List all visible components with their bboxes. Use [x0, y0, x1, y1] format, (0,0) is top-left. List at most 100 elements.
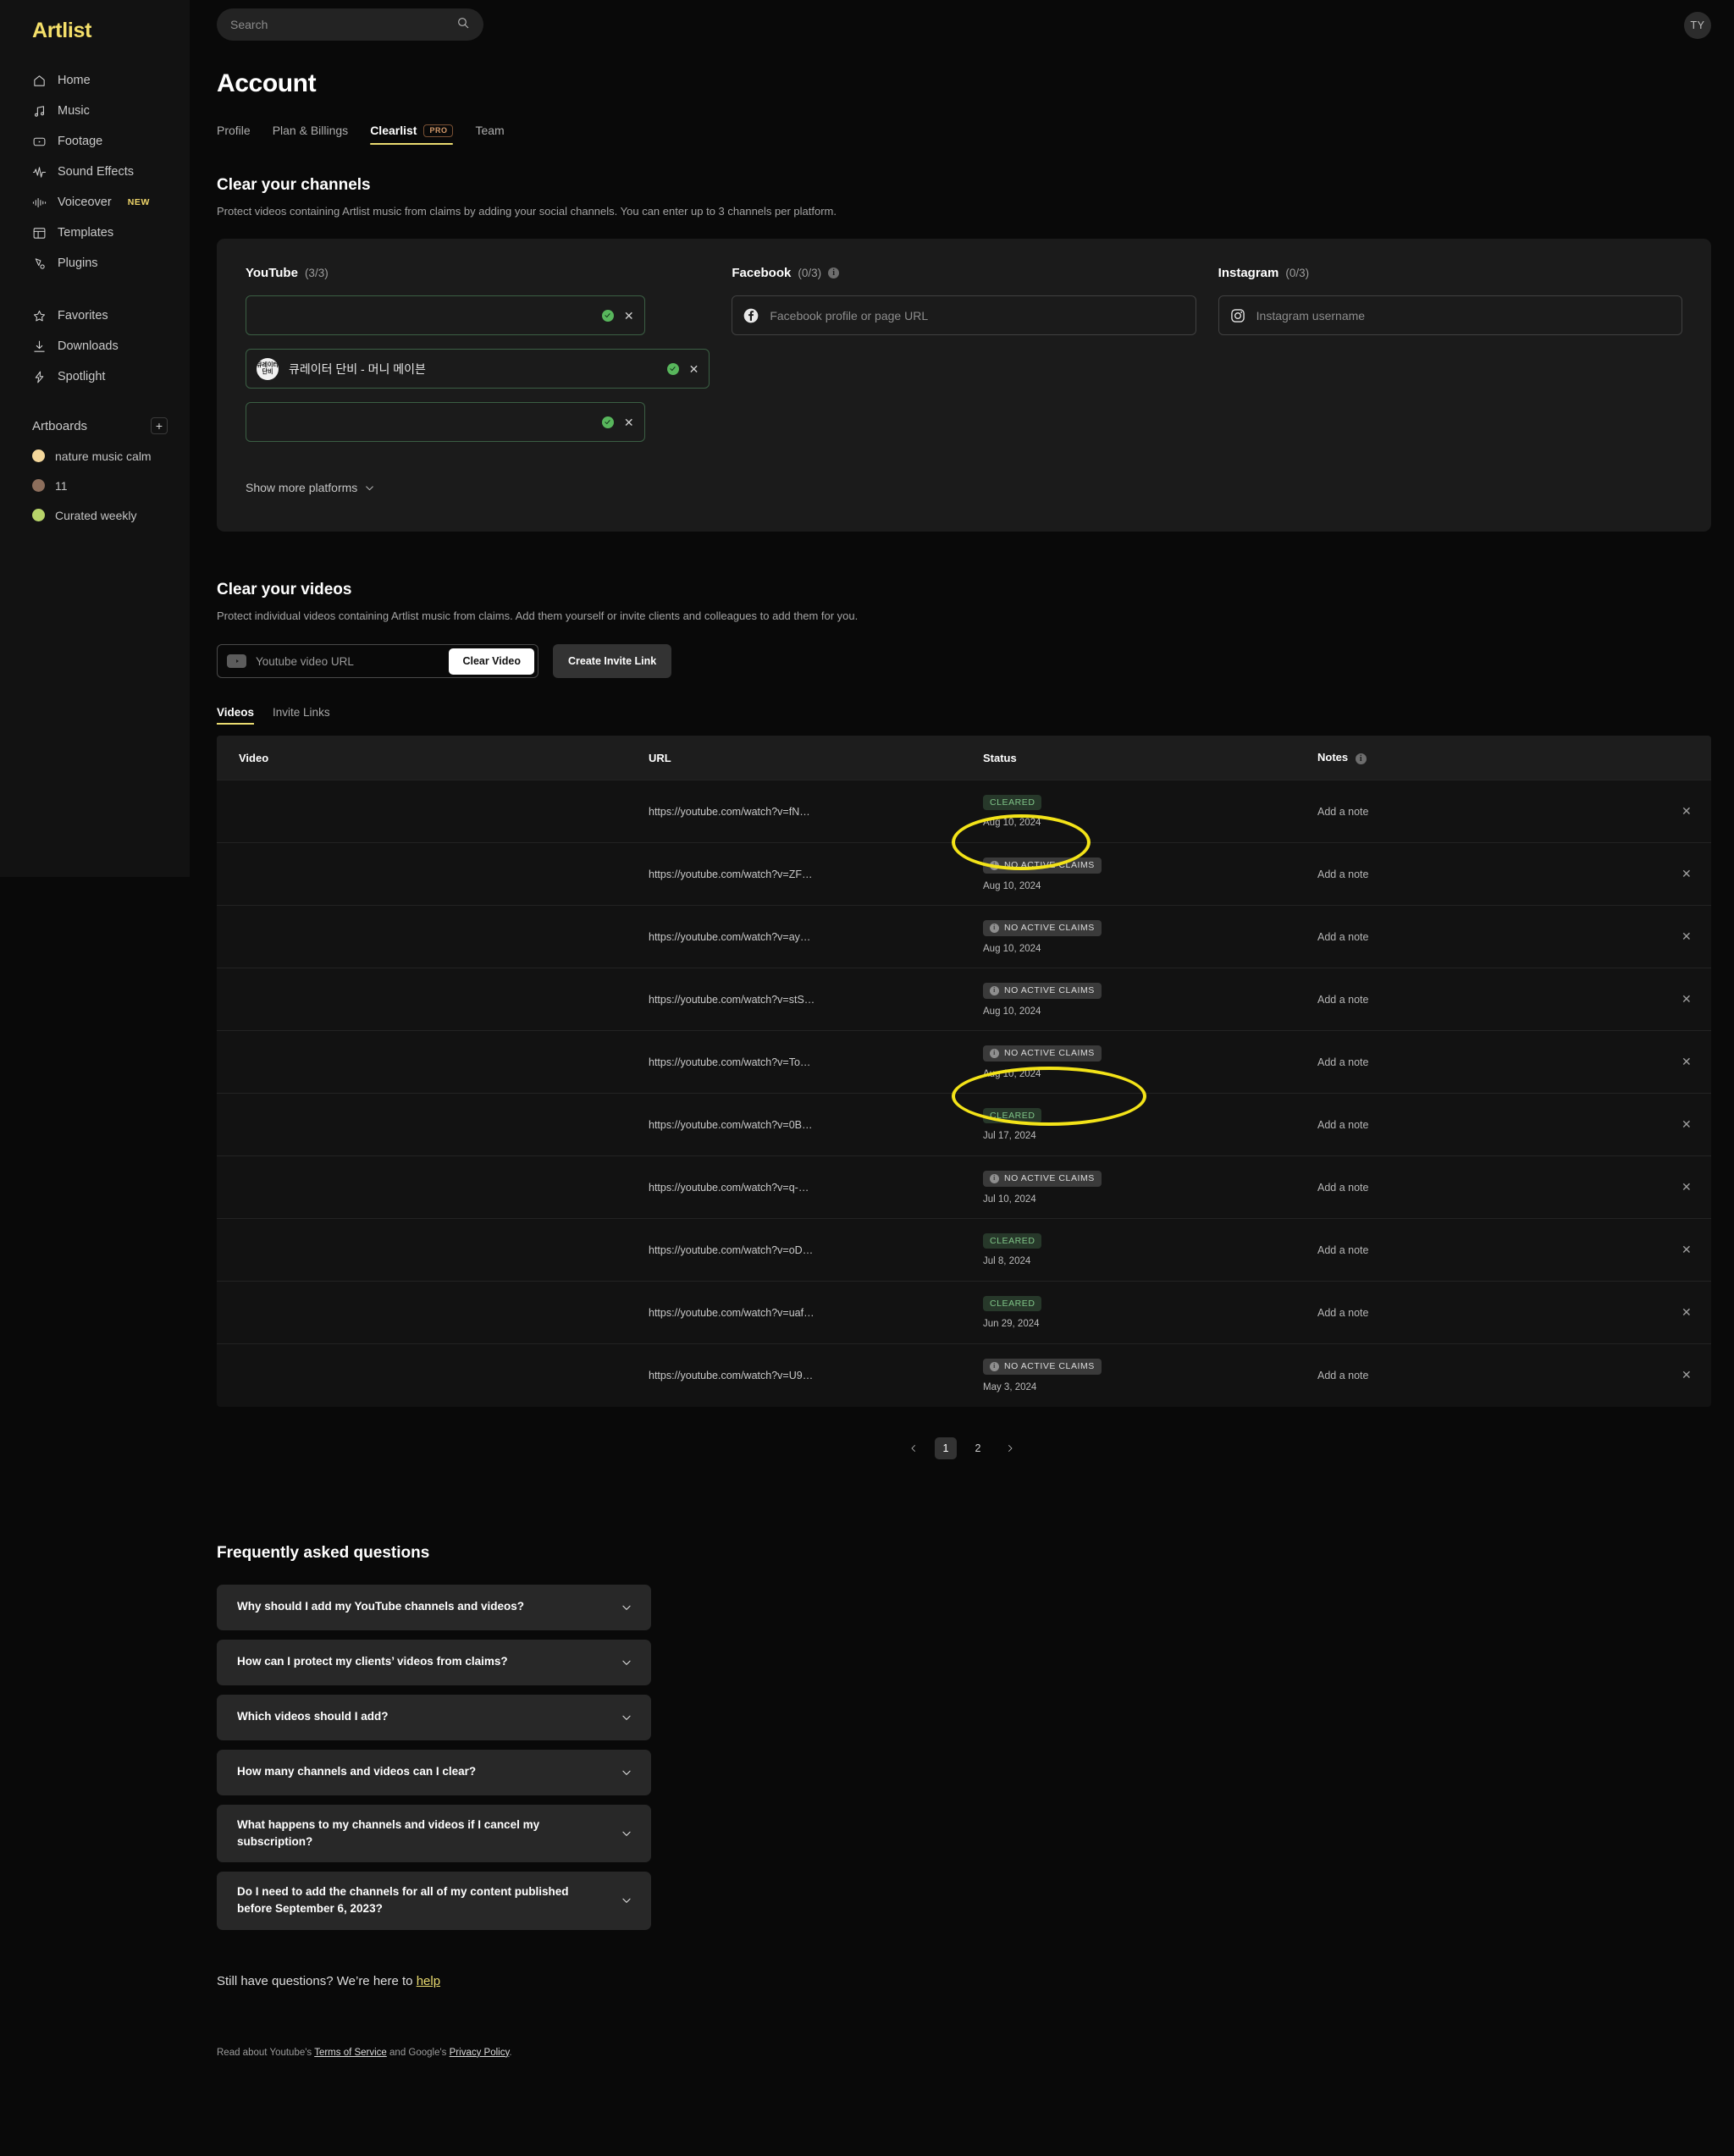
- delete-row-button[interactable]: ✕: [1682, 929, 1692, 943]
- delete-row-button[interactable]: ✕: [1682, 1180, 1692, 1194]
- facebook-channel-input[interactable]: Facebook profile or page URL: [732, 295, 1196, 335]
- sidebar-item-spotlight[interactable]: Spotlight: [0, 361, 190, 392]
- delete-row-button[interactable]: ✕: [1682, 1117, 1692, 1131]
- artboard-item[interactable]: Curated weekly: [0, 500, 190, 530]
- sidebar-item-home[interactable]: Home: [0, 65, 190, 96]
- add-note-button[interactable]: Add a note: [1317, 931, 1368, 943]
- faq-item[interactable]: Why should I add my YouTube channels and…: [217, 1585, 651, 1630]
- faq-item[interactable]: How can I protect my clients’ videos fro…: [217, 1640, 651, 1685]
- status-label: CLEARED: [990, 798, 1035, 808]
- instagram-channel-input[interactable]: Instagram username: [1218, 295, 1682, 335]
- faq-item[interactable]: Which videos should I add?: [217, 1695, 651, 1740]
- cell-url[interactable]: https://youtube.com/watch?v=ZF…: [649, 843, 983, 906]
- cell-url[interactable]: https://youtube.com/watch?v=uaf…: [649, 1282, 983, 1344]
- remove-channel-button[interactable]: ✕: [624, 416, 634, 428]
- chevron-down-icon[interactable]: [621, 1712, 632, 1723]
- delete-row-button[interactable]: ✕: [1682, 867, 1692, 880]
- status-badge: iNO ACTIVE CLAIMS: [983, 1171, 1102, 1187]
- artboard-item[interactable]: nature music calm: [0, 441, 190, 471]
- voice-bars-icon: [32, 196, 47, 210]
- tab-team[interactable]: Team: [475, 124, 504, 145]
- delete-row-button[interactable]: ✕: [1682, 1055, 1692, 1068]
- info-icon[interactable]: i: [828, 267, 839, 278]
- show-more-platforms-button[interactable]: Show more platforms: [246, 481, 375, 494]
- faq-item[interactable]: What happens to my channels and videos i…: [217, 1805, 651, 1863]
- cell-url[interactable]: https://youtube.com/watch?v=ay…: [649, 906, 983, 968]
- add-artboard-button[interactable]: +: [151, 417, 168, 434]
- sidebar-item-voiceover[interactable]: Voiceover NEW: [0, 187, 190, 218]
- remove-channel-button[interactable]: ✕: [624, 310, 634, 322]
- delete-row-button[interactable]: ✕: [1682, 804, 1692, 818]
- table-row: https://youtube.com/watch?v=oD…CLEAREDJu…: [217, 1219, 1711, 1282]
- search-box[interactable]: [217, 8, 483, 41]
- chevron-down-icon[interactable]: [621, 1767, 632, 1778]
- sidebar-item-templates[interactable]: Templates: [0, 218, 190, 248]
- add-note-button[interactable]: Add a note: [1317, 806, 1368, 818]
- tab-clearlist[interactable]: Clearlist PRO: [370, 124, 453, 145]
- layout-icon: [32, 226, 47, 240]
- cell-url[interactable]: https://youtube.com/watch?v=oD…: [649, 1219, 983, 1282]
- brand-logo[interactable]: Artlist: [0, 0, 190, 43]
- add-note-button[interactable]: Add a note: [1317, 1182, 1368, 1194]
- sidebar-item-downloads[interactable]: Downloads: [0, 331, 190, 361]
- subtab-invite-links[interactable]: Invite Links: [273, 706, 330, 725]
- cell-url[interactable]: https://youtube.com/watch?v=0B…: [649, 1094, 983, 1156]
- sidebar-item-plugins[interactable]: Plugins: [0, 248, 190, 278]
- cell-url[interactable]: https://youtube.com/watch?v=To…: [649, 1031, 983, 1094]
- pagination-next-button[interactable]: [999, 1437, 1021, 1459]
- pagination-prev-button[interactable]: [903, 1437, 925, 1459]
- sidebar-item-footage[interactable]: Footage: [0, 126, 190, 157]
- pagination-page-1[interactable]: 1: [935, 1437, 957, 1459]
- add-note-button[interactable]: Add a note: [1317, 1244, 1368, 1256]
- help-link[interactable]: help: [417, 1974, 440, 1988]
- create-invite-link-button[interactable]: Create Invite Link: [553, 644, 671, 678]
- add-note-button[interactable]: Add a note: [1317, 994, 1368, 1006]
- pagination-page-2[interactable]: 2: [967, 1437, 989, 1459]
- cell-url[interactable]: https://youtube.com/watch?v=stS…: [649, 968, 983, 1031]
- add-note-button[interactable]: Add a note: [1317, 868, 1368, 880]
- search-input[interactable]: [230, 18, 456, 31]
- chevron-down-icon[interactable]: [621, 1657, 632, 1668]
- youtube-channel-input-3[interactable]: ✕: [246, 402, 645, 442]
- add-note-button[interactable]: Add a note: [1317, 1119, 1368, 1131]
- add-note-button[interactable]: Add a note: [1317, 1307, 1368, 1319]
- faq-item[interactable]: How many channels and videos can I clear…: [217, 1750, 651, 1795]
- sidebar-item-sound-effects[interactable]: Sound Effects: [0, 157, 190, 187]
- chevron-down-icon[interactable]: [621, 1894, 632, 1906]
- channel-placeholder: Instagram username: [1256, 309, 1365, 323]
- table-row: https://youtube.com/watch?v=To…iNO ACTIV…: [217, 1031, 1711, 1094]
- faq-item[interactable]: Do I need to add the channels for all of…: [217, 1872, 651, 1930]
- avatar[interactable]: TY: [1684, 12, 1711, 39]
- delete-row-button[interactable]: ✕: [1682, 1368, 1692, 1381]
- artboard-item[interactable]: 11: [0, 471, 190, 500]
- subtab-videos[interactable]: Videos: [217, 706, 254, 725]
- clear-channels-subtitle: Protect videos containing Artlist music …: [217, 205, 1734, 218]
- cell-url[interactable]: https://youtube.com/watch?v=U9…: [649, 1344, 983, 1407]
- add-note-button[interactable]: Add a note: [1317, 1056, 1368, 1068]
- tab-plan-and-billings[interactable]: Plan & Billings: [273, 124, 349, 145]
- chevron-down-icon[interactable]: [621, 1602, 632, 1613]
- delete-row-button[interactable]: ✕: [1682, 1243, 1692, 1256]
- clear-video-button[interactable]: Clear Video: [449, 648, 534, 675]
- music-note-icon: [32, 104, 47, 119]
- add-note-button[interactable]: Add a note: [1317, 1370, 1368, 1381]
- youtube-url-input[interactable]: Youtube video URL Clear Video: [217, 644, 538, 678]
- delete-row-button[interactable]: ✕: [1682, 992, 1692, 1006]
- tab-profile[interactable]: Profile: [217, 124, 251, 145]
- privacy-policy-link[interactable]: Privacy Policy: [450, 2048, 510, 2058]
- cell-url[interactable]: https://youtube.com/watch?v=fN…: [649, 780, 983, 843]
- info-icon[interactable]: i: [1356, 753, 1367, 764]
- cell-url[interactable]: https://youtube.com/watch?v=q-…: [649, 1156, 983, 1219]
- terms-of-service-link[interactable]: Terms of Service: [314, 2048, 387, 2058]
- youtube-channel-input-2[interactable]: 큐레이터단비 큐레이터 단비 - 머니 메이븐 ✕: [246, 349, 710, 389]
- cell-status: iNO ACTIVE CLAIMSJul 10, 2024: [983, 1156, 1317, 1219]
- delete-row-button[interactable]: ✕: [1682, 1305, 1692, 1319]
- search-icon[interactable]: [456, 16, 470, 34]
- youtube-channel-input-1[interactable]: ✕: [246, 295, 645, 335]
- sidebar-item-music[interactable]: Music: [0, 96, 190, 126]
- chevron-down-icon[interactable]: [621, 1828, 632, 1839]
- cell-video-thumb: [217, 1094, 649, 1156]
- status-label: NO ACTIVE CLAIMS: [1004, 986, 1095, 995]
- remove-channel-button[interactable]: ✕: [689, 363, 699, 375]
- sidebar-item-favorites[interactable]: Favorites: [0, 301, 190, 331]
